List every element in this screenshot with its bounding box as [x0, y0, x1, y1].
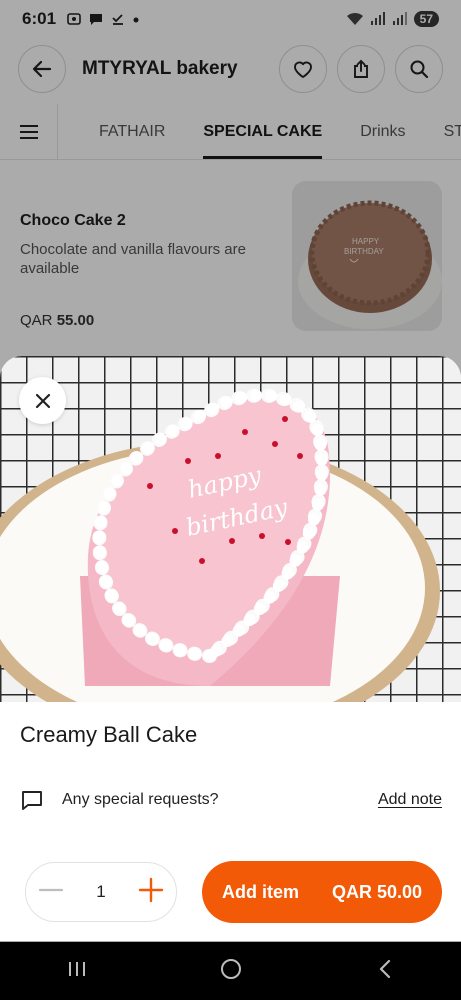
system-back-button[interactable]	[375, 958, 395, 985]
add-item-label: Add item	[222, 881, 300, 902]
quantity-value: 1	[96, 882, 106, 901]
item-image: happy birthday	[0, 356, 461, 702]
close-icon	[35, 393, 50, 408]
heart-cake-image: happy birthday	[0, 356, 461, 702]
minus-icon	[38, 888, 64, 891]
decrease-quantity-button[interactable]	[38, 877, 64, 908]
add-note-link[interactable]: Add note	[378, 791, 442, 809]
home-circle-icon	[221, 958, 242, 979]
comment-icon	[22, 791, 42, 810]
item-detail-sheet: happy birthday Creamy Ball Cake Any spec…	[0, 356, 461, 941]
quantity-stepper: 1	[25, 862, 177, 922]
special-request-label: Any special requests?	[62, 791, 219, 808]
add-item-price: QAR 50.00	[331, 881, 422, 902]
plus-icon	[138, 877, 164, 902]
chevron-left-icon	[380, 959, 391, 978]
home-button[interactable]	[219, 957, 243, 986]
increase-quantity-button[interactable]	[138, 877, 164, 908]
recent-apps-button[interactable]	[66, 959, 88, 984]
recents-icon	[68, 961, 85, 976]
add-item-button[interactable]: Add item QAR 50.00	[202, 861, 442, 923]
item-title: Creamy Ball Cake	[20, 722, 198, 747]
system-navigation-bar	[0, 942, 461, 1000]
special-request-row: Any special requests? Add note	[20, 786, 442, 814]
close-button[interactable]	[19, 377, 66, 424]
